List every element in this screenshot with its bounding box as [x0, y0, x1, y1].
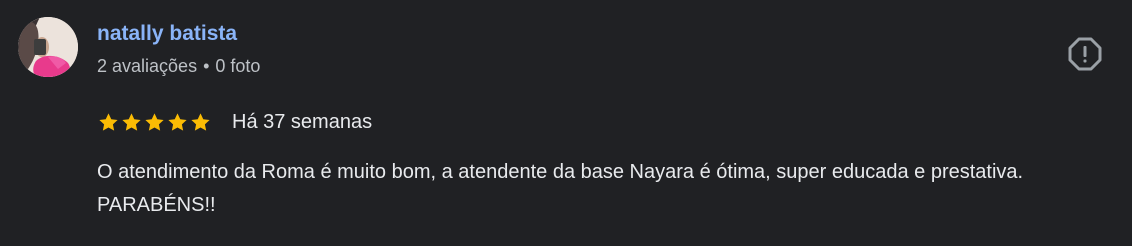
star-icon	[122, 112, 141, 131]
author-avatar[interactable]	[18, 17, 78, 77]
review-text: O atendimento da Roma é muito bom, a ate…	[97, 161, 1024, 216]
author-name[interactable]: natally batista	[97, 21, 237, 47]
star-icon	[99, 112, 118, 131]
rating-row: Há 37 semanas	[97, 108, 372, 136]
review-card: natally batista 2 avaliações • 0 foto Há 3…	[0, 0, 1132, 246]
photos-count: 0 foto	[215, 56, 261, 76]
reviews-count: 2 avaliações	[97, 56, 198, 76]
report-icon	[1068, 37, 1102, 71]
author-meta: 2 avaliações • 0 foto	[97, 54, 260, 78]
review-date: Há 37 semanas	[232, 111, 373, 133]
star-rating	[97, 111, 212, 134]
star-icon	[191, 112, 210, 131]
star-icon	[168, 112, 187, 131]
star-icon	[145, 112, 164, 131]
report-review-button[interactable]	[1066, 35, 1104, 73]
meta-separator: •	[203, 56, 210, 76]
